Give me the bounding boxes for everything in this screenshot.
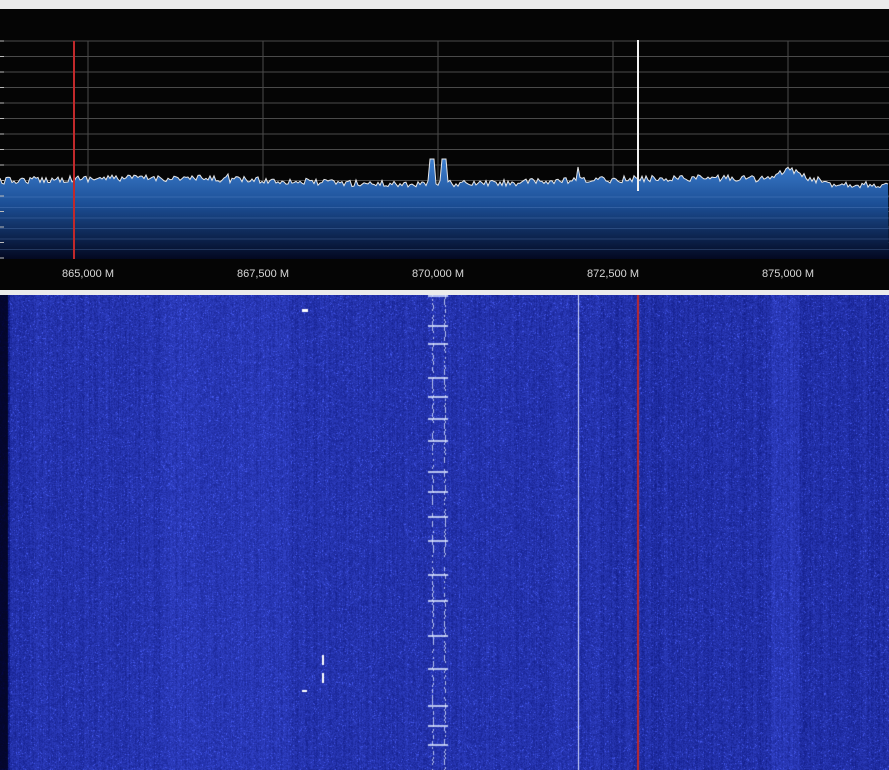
freq-label-872500: 872,500 M (587, 268, 639, 280)
spectrum-display[interactable]: 865,000 M 867,500 M 870,000 M 872,500 M … (0, 9, 889, 290)
sdr-spectrum-app: 865,000 M 867,500 M 870,000 M 872,500 M … (0, 0, 889, 770)
freq-label-875000: 875,000 M (762, 268, 814, 280)
spectrum-plot[interactable] (0, 9, 889, 290)
waterfall-canvas[interactable] (0, 295, 889, 770)
freq-label-867500: 867,500 M (237, 268, 289, 280)
window-top-bar (0, 0, 889, 9)
waterfall-display[interactable] (0, 295, 889, 770)
freq-label-870000: 870,000 M (412, 268, 464, 280)
freq-label-865000: 865,000 M (62, 268, 114, 280)
spectrum-fill (0, 159, 889, 259)
